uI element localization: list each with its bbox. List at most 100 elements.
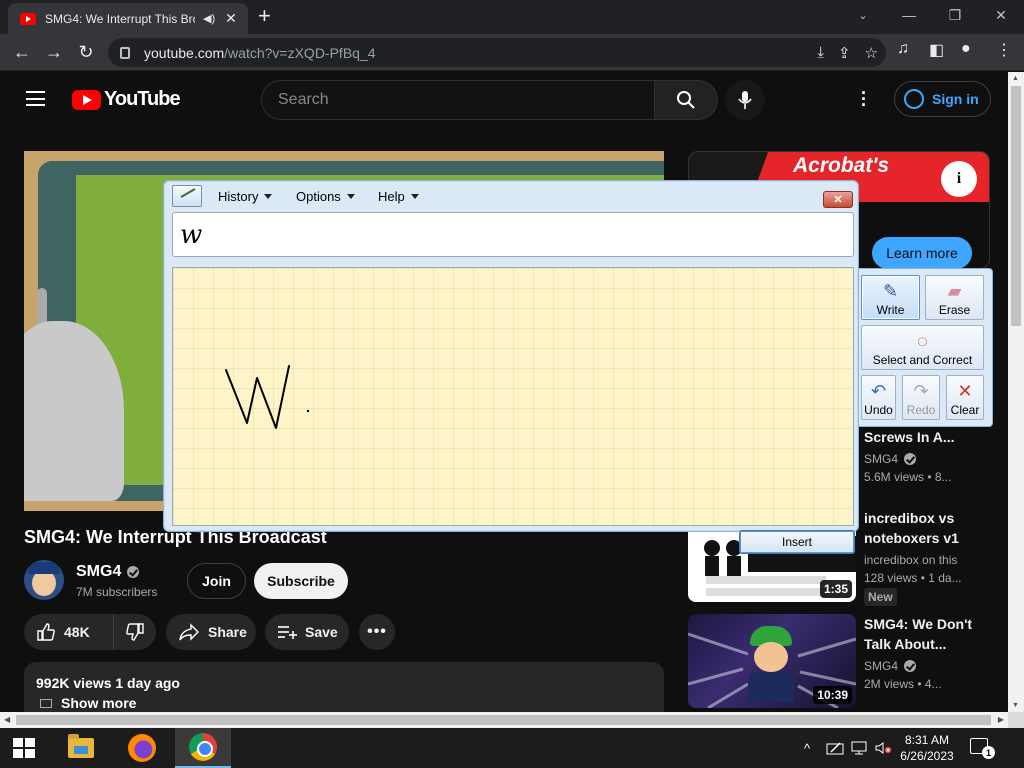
pen-input-tray-icon[interactable] <box>826 728 844 768</box>
profile-icon[interactable]: ● <box>961 40 971 58</box>
input-panel-app-icon[interactable] <box>172 185 202 207</box>
settings-more-icon[interactable]: · · · <box>861 84 867 114</box>
erase-tool-button[interactable]: ▰ Erase <box>925 275 984 320</box>
select-and-correct-button[interactable]: ◌ Select and Correct <box>861 325 984 370</box>
tab-audio-icon[interactable]: ◀) <box>203 12 215 25</box>
close-window-button[interactable]: ✕ <box>978 0 1024 30</box>
chrome-button[interactable] <box>175 728 231 768</box>
search-button[interactable] <box>654 80 718 120</box>
action-center-icon[interactable]: 1 <box>970 738 995 759</box>
clear-button[interactable]: ✕ Clear <box>946 375 984 420</box>
minimize-button[interactable]: — <box>886 0 932 30</box>
verified-check-icon <box>904 453 917 465</box>
show-more-link[interactable]: Show more <box>36 695 652 711</box>
redo-icon: ↷ <box>913 381 929 401</box>
menu-options[interactable]: Options <box>296 189 355 204</box>
vertical-scroll-thumb[interactable] <box>1011 86 1021 326</box>
channel-name[interactable]: SMG4 <box>76 563 140 581</box>
handwriting-input-panel: History Options Help ✕ w <box>163 180 859 532</box>
media-control-icon[interactable]: ♫ <box>897 40 909 58</box>
channel-avatar[interactable] <box>24 560 64 600</box>
side-panel-icon[interactable]: ◧ <box>929 40 944 60</box>
recommendation-title[interactable]: SMG4: We Don't Talk About... <box>864 614 984 654</box>
file-explorer-button[interactable] <box>53 728 109 768</box>
subscribe-button[interactable]: Subscribe <box>254 563 348 599</box>
hamburger-menu-icon[interactable] <box>26 91 45 106</box>
description-box[interactable]: 992K views 1 day ago Show more <box>24 662 664 712</box>
tab-close-icon[interactable]: ✕ <box>225 10 237 27</box>
address-bar[interactable]: youtube.com/watch?v=zXQD-PfBq_4 ⤓ ⇪ ☆ <box>108 38 886 67</box>
recommendation-channel[interactable]: incredibox on this <box>864 553 957 567</box>
like-button[interactable]: 48K <box>24 614 114 650</box>
recommendation-title[interactable]: incredibox vs noteboxers v1 <box>864 508 984 548</box>
learn-more-button[interactable]: Learn more <box>872 237 972 268</box>
share-page-icon[interactable]: ⇪ <box>838 44 851 62</box>
search-input[interactable]: Search <box>261 80 655 120</box>
ad-info-icon[interactable]: i <box>941 161 977 197</box>
windows-taskbar: ^ 8:31 AM 6/26/2023 1 <box>0 728 1024 768</box>
scroll-left-arrow-icon[interactable]: ◀ <box>4 715 10 724</box>
restore-button[interactable]: ❐ <box>932 0 978 30</box>
windows-start-icon[interactable] <box>13 738 35 758</box>
writing-pad[interactable] <box>172 267 854 526</box>
recognized-text-preview[interactable]: w <box>172 212 854 257</box>
sign-in-button[interactable]: Sign in <box>894 81 991 117</box>
input-panel-close-button[interactable]: ✕ <box>823 191 853 208</box>
scroll-down-arrow-icon[interactable]: ▼ <box>1012 702 1019 709</box>
chrome-icon <box>189 733 217 761</box>
recommendation-channel[interactable]: SMG4 <box>864 659 917 673</box>
join-button[interactable]: Join <box>187 563 246 599</box>
tv-icon <box>40 698 52 708</box>
chrome-menu-icon[interactable]: ⋮ <box>996 40 1012 60</box>
save-button[interactable]: Save <box>265 614 349 650</box>
save-playlist-icon <box>278 626 297 639</box>
reload-button[interactable]: ↻ <box>74 40 98 64</box>
verified-check-icon <box>904 660 917 672</box>
tray-overflow-icon[interactable]: ^ <box>804 728 810 768</box>
voice-search-button[interactable] <box>725 80 765 120</box>
recommendation-thumbnail[interactable]: 10:39 <box>688 614 856 708</box>
volume-muted-icon[interactable] <box>874 728 892 768</box>
share-arrow-icon <box>179 623 199 641</box>
menu-history[interactable]: History <box>218 189 273 204</box>
dislike-button[interactable] <box>114 622 156 642</box>
browser-tab-active[interactable]: SMG4: We Interrupt This Broadcast ◀) ✕ <box>8 3 248 34</box>
video-duration: 10:39 <box>813 686 852 704</box>
tab-title: SMG4: We Interrupt This Broadcast <box>45 11 195 26</box>
write-tool-button[interactable]: ✎ Write <box>861 275 920 320</box>
youtube-logo[interactable]: YouTube <box>72 88 181 111</box>
bookmark-star-icon[interactable]: ☆ <box>865 44 878 62</box>
recommendation-item[interactable]: 10:39 SMG4: We Don't Talk About... SMG4 … <box>688 614 990 708</box>
clock-date: 6/26/2023 <box>900 749 954 763</box>
chevron-down-icon <box>346 194 355 199</box>
horizontal-scroll-thumb[interactable] <box>16 715 991 725</box>
redo-button[interactable]: ↷ Redo <box>902 375 940 420</box>
insert-button[interactable]: Insert <box>740 531 854 553</box>
recommendation-channel[interactable]: SMG4 <box>864 452 917 466</box>
horizontal-scrollbar[interactable]: ◀ ▶ <box>0 712 1008 728</box>
recommendation-title[interactable]: Screws In A... <box>864 427 984 447</box>
video-duration: 1:35 <box>819 580 852 598</box>
scroll-right-arrow-icon[interactable]: ▶ <box>998 715 1004 724</box>
more-actions-button[interactable]: ••• <box>359 614 395 650</box>
forward-button[interactable]: → <box>42 40 66 64</box>
vertical-scrollbar[interactable]: ▲ ▼ <box>1008 72 1024 712</box>
firefox-button[interactable] <box>114 728 170 768</box>
new-tab-button[interactable]: + <box>258 5 271 27</box>
share-button[interactable]: Share <box>166 614 256 650</box>
input-panel-tools: ✎ Write ▰ Erase ◌ Select and Correct ↶ U… <box>858 268 993 427</box>
scroll-up-arrow-icon[interactable]: ▲ <box>1012 75 1019 82</box>
chevron-down-icon <box>264 194 273 199</box>
thumbs-up-icon <box>37 623 55 641</box>
menu-help[interactable]: Help <box>378 189 419 204</box>
back-button[interactable]: ← <box>10 40 34 64</box>
new-badge: New <box>864 588 897 606</box>
chevron-down-icon[interactable]: ⌄ <box>840 0 886 30</box>
eraser-icon: ▰ <box>947 281 962 301</box>
network-icon[interactable] <box>850 728 868 768</box>
system-clock[interactable]: 8:31 AM 6/26/2023 <box>896 732 958 764</box>
install-app-icon[interactable]: ⤓ <box>817 44 824 62</box>
subscriber-count: 7M subscribers <box>76 585 158 599</box>
lock-icon[interactable] <box>120 46 130 59</box>
undo-button[interactable]: ↶ Undo <box>861 375 896 420</box>
